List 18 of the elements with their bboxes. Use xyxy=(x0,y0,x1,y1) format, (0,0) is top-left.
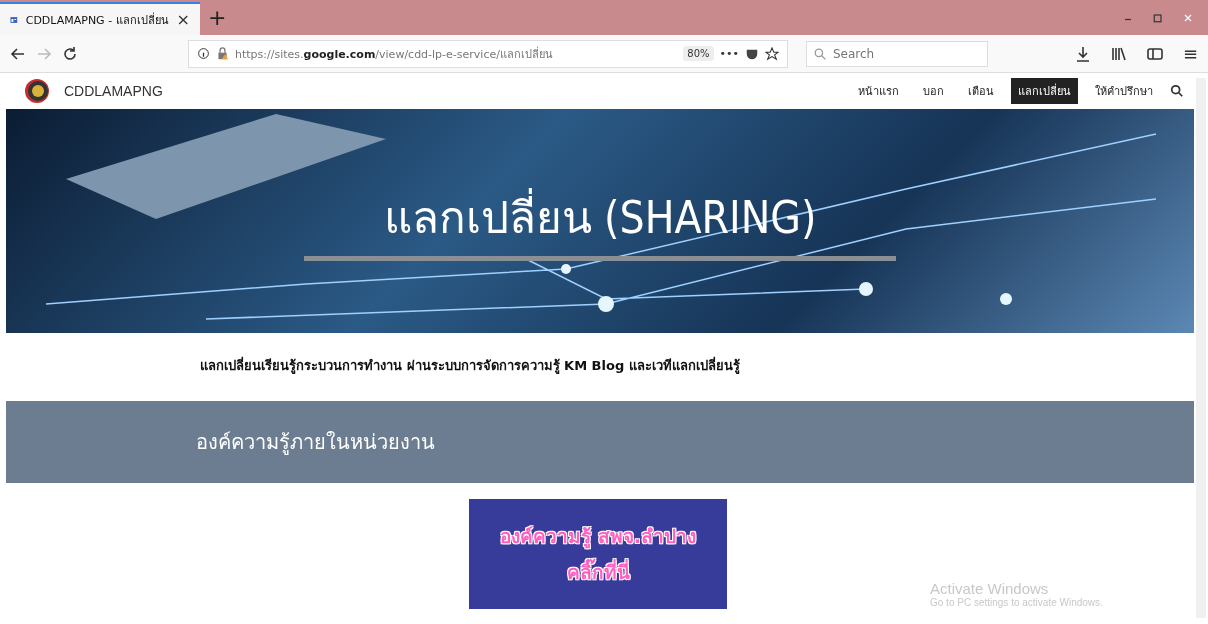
url-text: https://sites.google.com/view/cdd-lp-e-service/แลกเปลี่ยน xyxy=(235,45,554,63)
search-field[interactable]: Search xyxy=(806,40,988,67)
more-actions-button[interactable]: ••• xyxy=(719,47,739,60)
browser-tab[interactable]: CDDLAMAPNG - แลกเปลี่ยน × xyxy=(0,2,200,35)
zoom-level[interactable]: 80% xyxy=(683,46,714,61)
menu-button[interactable]: ≡ xyxy=(1182,43,1198,64)
nav-link[interactable]: แลกเปลี่ยน xyxy=(1011,78,1078,104)
close-tab-button[interactable]: × xyxy=(176,10,190,29)
address-bar[interactable]: https://sites.google.com/view/cdd-lp-e-service/แลกเปลี่ยน 80% ••• xyxy=(188,39,788,68)
intro-text: แลกเปลี่ยนเรียนรู้กระบวนการทำงาน ผ่านระบบการจัดการความรู้ KM Blog และเวทีแลกเปลี่ยนรู้ xyxy=(199,355,741,376)
tab-title: CDDLAMAPNG - แลกเปลี่ยน xyxy=(25,11,169,29)
nav-link[interactable]: หน้าแรก xyxy=(851,78,906,104)
new-tab-button[interactable]: + xyxy=(208,7,227,29)
nav-link[interactable]: บอก xyxy=(916,78,951,104)
nav-link[interactable]: เตือน xyxy=(961,78,1001,104)
site-name[interactable]: CDDLAMAPNG xyxy=(64,83,163,99)
nav-link[interactable]: ให้คำปรึกษา xyxy=(1088,78,1160,104)
section-heading: องค์ความรู้ภายในหน่วยงาน xyxy=(196,429,435,457)
